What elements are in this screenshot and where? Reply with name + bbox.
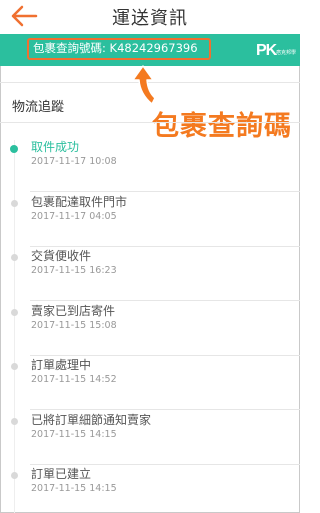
dot-icon — [11, 472, 18, 479]
timeline-timestamp: 2017-11-17 04:05 — [31, 210, 117, 222]
dot-icon — [11, 199, 18, 207]
timeline-entry: 訂單處理中 2017-11-15 14:52 — [0, 350, 300, 410]
timeline-status: 交貨便收件 — [31, 249, 92, 263]
annotation-arrow-icon — [132, 65, 156, 105]
dot-icon — [11, 308, 18, 316]
timeline-status: 賣家已到店寄件 — [31, 303, 116, 318]
timeline-timestamp: 2017-11-15 14:52 — [31, 374, 117, 385]
dot-icon — [11, 363, 18, 370]
timeline-status: 取件成功 — [31, 140, 80, 154]
timeline-timestamp: 2017-11-15 15:08 — [31, 319, 117, 331]
dot-icon — [11, 417, 18, 425]
timeline-entry: 取件成功 2017-11-17 10:08 — [0, 132, 300, 192]
timeline-timestamp: 2017-11-15 14:15 — [31, 428, 117, 440]
timeline-entry: 已將訂單細節通知賣家 2017-11-15 14:15 — [0, 405, 300, 465]
timeline-timestamp: 2017-11-15 16:23 — [31, 265, 117, 276]
section-title: 物流追蹤 — [12, 100, 65, 115]
timeline-entry: 交貨便收件 2017-11-15 16:23 — [0, 241, 300, 301]
timeline-status: 已將訂單細節通知賣家 — [31, 412, 152, 427]
timeline-timestamp: 2017-11-15 14:15 — [31, 483, 117, 494]
logo-subtext: 痞克邦學 — [276, 50, 297, 56]
timeline-status: 訂單已建立 — [31, 467, 92, 481]
navigation-bar: 運送資訊 — [0, 0, 300, 34]
timeline-status: 訂單處理中 — [31, 358, 92, 372]
active-dot-icon — [10, 145, 18, 153]
tracking-number-label[interactable]: 包裹查詢號碼: K48242967396 — [33, 40, 198, 56]
timeline-timestamp: 2017-11-17 10:08 — [31, 156, 117, 167]
watermark-logo: PK 痞克邦學 — [256, 42, 296, 66]
timeline-status: 包裹配達取件門市 — [31, 194, 128, 209]
timeline-entry: 訂單已建立 2017-11-15 14:15 — [0, 459, 300, 513]
logo-mark: PK — [256, 42, 277, 59]
section-bottom-divider — [0, 122, 300, 123]
timeline-entry: 包裹配達取件門市 2017-11-17 04:05 — [0, 187, 300, 247]
page-title: 運送資訊 — [112, 8, 188, 29]
dot-icon — [11, 254, 18, 261]
timeline-entry: 賣家已到店寄件 2017-11-15 15:08 — [0, 296, 300, 356]
